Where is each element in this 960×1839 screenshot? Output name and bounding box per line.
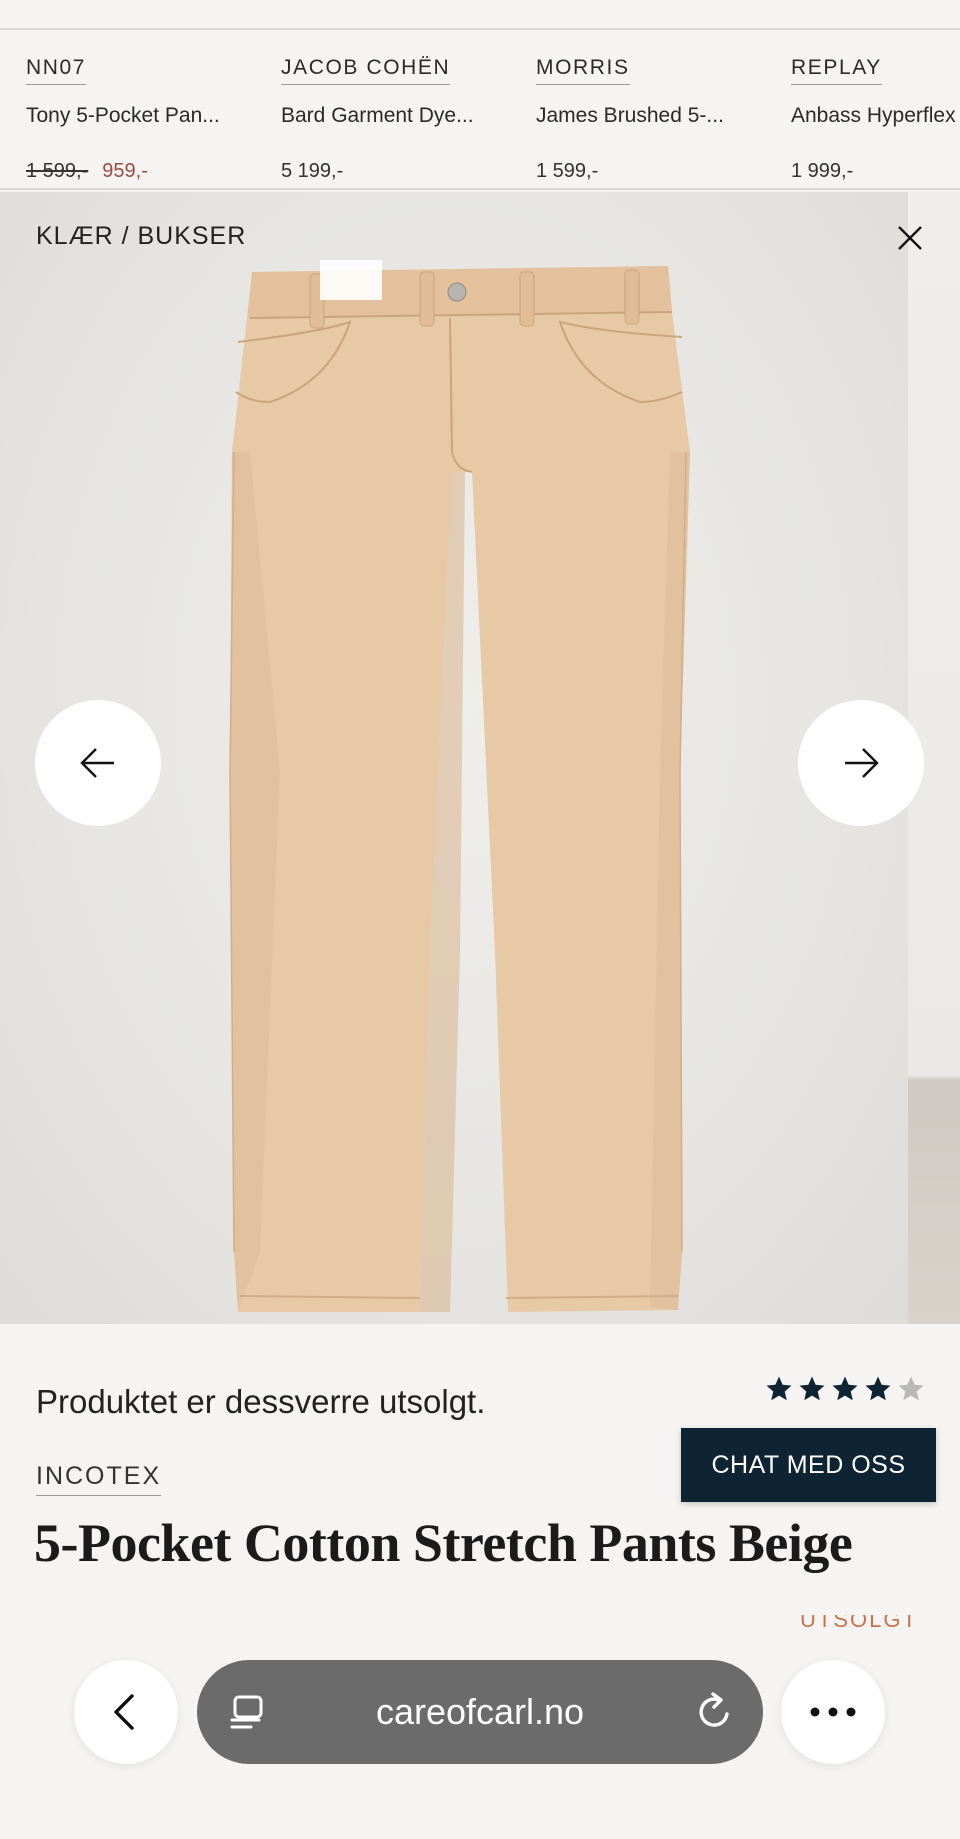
star-icon	[832, 1376, 858, 1401]
star-icon	[865, 1376, 891, 1401]
breadcrumb[interactable]: KLÆR / BUKSER	[36, 222, 246, 251]
product-gallery[interactable]: KLÆR / BUKSER	[0, 192, 960, 1324]
related-product-name[interactable]: Bard Garment Dye...	[281, 104, 474, 128]
chat-button[interactable]: CHAT MED OSS	[681, 1428, 936, 1502]
soldout-message: Produktet er dessverre utsolgt.	[36, 1383, 486, 1420]
more-button[interactable]	[781, 1660, 885, 1764]
product-title: 5-Pocket Cotton Stretch Pants Beige	[34, 1513, 853, 1573]
related-product-brand[interactable]: NN07	[26, 56, 87, 85]
sale-price: 959,-	[102, 160, 148, 182]
old-price: 1 599,-	[26, 160, 89, 182]
next-image-button[interactable]	[798, 700, 924, 826]
related-product-price: 1 999,-	[791, 160, 854, 182]
related-products-strip[interactable]: NN07 Tony 5-Pocket Pan... 1 599,- 959,- J…	[0, 30, 960, 190]
related-product-name[interactable]: Tony 5-Pocket Pan...	[26, 104, 220, 128]
star-empty-icon	[898, 1376, 924, 1401]
more-icon	[810, 1707, 856, 1717]
product-page: NN07 Tony 5-Pocket Pan... 1 599,- 959,- J…	[0, 0, 960, 1839]
close-icon[interactable]	[890, 218, 930, 258]
related-product-name[interactable]: Anbass Hyperflex	[791, 104, 956, 128]
product-image	[229, 260, 690, 1312]
reload-icon[interactable]	[693, 1690, 737, 1734]
star-icon	[799, 1376, 825, 1401]
browser-back-button[interactable]	[74, 1660, 178, 1764]
related-product-price: 5 199,-	[281, 160, 344, 182]
related-product-card[interactable]: JACOB COHËN Bard Garment Dye... 5 199,-	[281, 30, 521, 188]
related-product-brand[interactable]: REPLAY	[791, 56, 882, 85]
related-product-price: 1 599,-	[536, 160, 599, 182]
related-product-brand[interactable]: MORRIS	[536, 56, 630, 85]
arrow-right-icon	[845, 748, 879, 778]
brand-link[interactable]: INCOTEX	[36, 1462, 162, 1496]
product-rating[interactable]	[764, 1374, 926, 1404]
url-text[interactable]: careofcarl.no	[197, 1691, 763, 1733]
browser-toolbar: careofcarl.no	[0, 1640, 960, 1839]
top-edge	[0, 0, 960, 30]
star-icon	[766, 1376, 792, 1401]
related-product-name[interactable]: James Brushed 5-...	[536, 104, 724, 128]
related-product-card[interactable]: MORRIS James Brushed 5-... 1 599,-	[536, 30, 776, 188]
related-product-card[interactable]: NN07 Tony 5-Pocket Pan... 1 599,- 959,-	[26, 30, 266, 188]
chevron-left-icon	[114, 1694, 134, 1730]
related-product-card[interactable]: REPLAY Anbass Hyperflex 1 999,-	[791, 30, 960, 188]
previous-image-button[interactable]	[35, 700, 161, 826]
status-badge: UTSOLGT	[800, 1615, 918, 1627]
related-product-price: 1 599,- 959,-	[26, 160, 148, 183]
arrow-left-icon	[80, 748, 114, 778]
address-bar[interactable]: careofcarl.no	[197, 1660, 763, 1764]
related-product-brand[interactable]: JACOB COHËN	[281, 56, 451, 85]
